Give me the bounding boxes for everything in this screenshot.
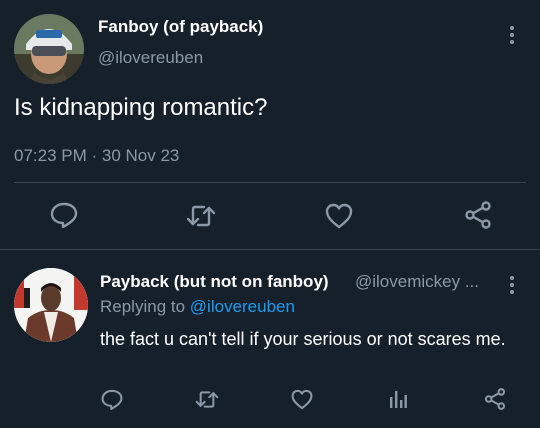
tweet-more-menu[interactable] — [509, 26, 515, 44]
reply-icon[interactable] — [101, 389, 123, 410]
retweet-icon[interactable] — [186, 204, 216, 228]
person-avatar-image — [14, 268, 88, 342]
retweet-icon[interactable] — [195, 390, 219, 409]
reply-author-name[interactable]: Payback (but not on fanboy) — [100, 272, 329, 292]
analytics-icon[interactable] — [388, 389, 408, 409]
dot-icon — [510, 290, 514, 294]
reply-author-handle[interactable]: @ilovemickey ... — [355, 272, 479, 292]
share-icon[interactable] — [464, 201, 492, 229]
like-icon[interactable] — [291, 389, 313, 410]
replying-to-label: Replying to — [100, 297, 186, 316]
tweet-timestamp: 07:23 PM · 30 Nov 23 — [14, 146, 180, 165]
author-handle[interactable]: @ilovereuben — [98, 48, 203, 68]
reply-more-menu[interactable] — [509, 276, 515, 294]
share-icon[interactable] — [484, 388, 506, 410]
tweet-text: Is kidnapping romantic? — [14, 94, 268, 121]
dot-icon — [510, 283, 514, 287]
reply-text: the fact u can't tell if your serious or… — [100, 329, 506, 349]
like-icon[interactable] — [325, 203, 353, 229]
pilot-avatar-image — [14, 14, 84, 84]
dot-icon — [510, 40, 514, 44]
replying-to: Replying to @ilovereuben — [100, 297, 295, 317]
reply-author-avatar[interactable] — [14, 268, 88, 342]
author-name[interactable]: Fanboy (of payback) — [98, 17, 263, 37]
reply-icon[interactable] — [50, 202, 78, 228]
divider — [0, 249, 540, 250]
replying-to-handle[interactable]: @ilovereuben — [190, 297, 295, 316]
divider — [14, 182, 526, 183]
dot-icon — [510, 26, 514, 30]
dot-icon — [510, 33, 514, 37]
dot-icon — [510, 276, 514, 280]
author-avatar[interactable] — [14, 14, 84, 84]
